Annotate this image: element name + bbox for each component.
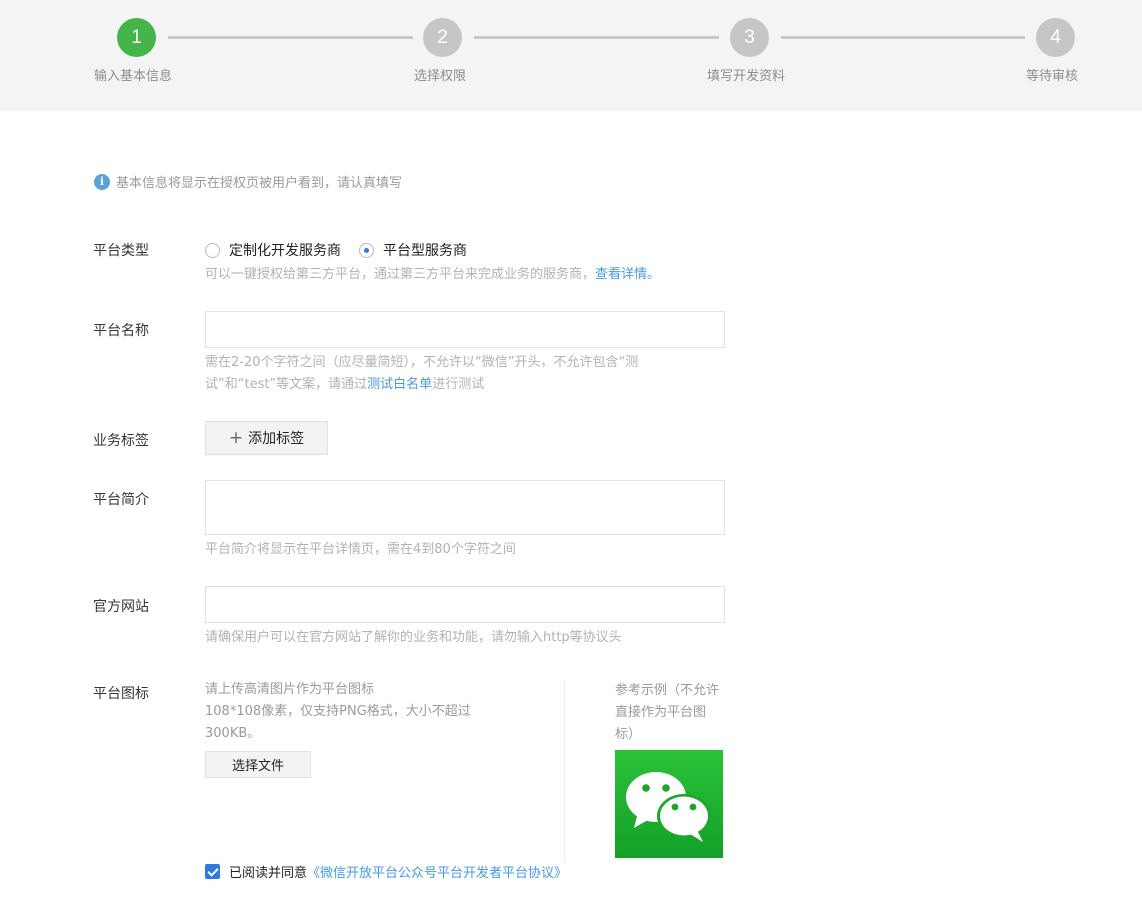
view-details-link[interactable]: 查看详情。 — [595, 267, 660, 282]
radio-button[interactable] — [205, 242, 220, 258]
hint-line: 需在2-20个字符之间（应尽量简短），不允许以“微信”开头，不允许包含“测 — [205, 355, 639, 370]
wechat-logo-icon — [626, 772, 711, 842]
icon-desc-line: 108*108像素，仅支持PNG格式，大小不超过 — [205, 704, 471, 719]
wechat-logo-sample — [615, 750, 723, 858]
platform-type-radio-group: 定制化开发服务商 平台型服务商 — [205, 240, 485, 260]
add-tag-button-label: 添加标签 — [248, 431, 305, 447]
platform-name-label: 平台名称 — [93, 323, 149, 339]
radio-button-checked[interactable] — [359, 242, 374, 258]
step-3-label: 填写开发资料 — [707, 69, 786, 84]
website-input[interactable] — [205, 586, 725, 623]
plus-icon: + — [228, 428, 244, 448]
step-4-circle: 4 — [1036, 18, 1075, 57]
platform-icon-label: 平台图标 — [93, 686, 149, 702]
platform-icon-description: 请上传高清图片作为平台图标 108*108像素，仅支持PNG格式，大小不超过 3… — [205, 679, 471, 745]
platform-name-hint: 需在2-20个字符之间（应尽量简短），不允许以“微信”开头，不允许包含“测 试”… — [205, 352, 638, 396]
radio-label: 定制化开发服务商 — [229, 243, 341, 259]
info-notice-text: 基本信息将显示在授权页被用户看到，请认真填写 — [116, 176, 403, 191]
icon-desc-line: 请上传高清图片作为平台图标 — [205, 682, 375, 697]
website-hint: 请确保用户可以在官方网站了解你的业务和功能，请勿输入http等协议头 — [205, 630, 622, 645]
add-tag-button[interactable]: + 添加标签 — [205, 421, 328, 455]
step-progress-bar: 1 2 3 4 输入基本信息 选择权限 填写开发资料 等待审核 — [0, 0, 1142, 111]
radio-platform-provider[interactable]: 平台型服务商 — [359, 240, 467, 260]
platform-intro-label: 平台简介 — [93, 492, 149, 508]
platform-type-label: 平台类型 — [93, 243, 149, 259]
choose-file-button[interactable]: 选择文件 — [205, 751, 311, 778]
test-whitelist-link[interactable]: 测试白名单 — [367, 377, 432, 392]
agreement-link[interactable]: 《微信开放平台公众号平台开发者平台协议》 — [307, 862, 567, 881]
platform-type-hint: 可以一键授权给第三方平台，通过第三方平台来完成业务的服务商，查看详情。 — [205, 264, 660, 286]
radio-custom-dev-provider[interactable]: 定制化开发服务商 — [205, 240, 341, 260]
agreement-text: 已阅读并同意 — [229, 866, 308, 881]
sample-icon-caption: 参考示例（不允许直接作为平台图标） — [615, 683, 720, 742]
platform-intro-textarea[interactable] — [205, 480, 725, 535]
hint-text: 进行测试 — [432, 377, 485, 392]
step-4-label: 等待审核 — [1026, 69, 1079, 84]
step-1-label: 输入基本信息 — [94, 69, 173, 84]
step-2-label: 选择权限 — [414, 69, 467, 84]
business-tags-label: 业务标签 — [93, 433, 149, 449]
agreement-row: 已阅读并同意 《微信开放平台公众号平台开发者平台协议》 — [205, 862, 567, 881]
icon-desc-line: 300KB。 — [205, 726, 261, 741]
info-notice: i 基本信息将显示在授权页被用户看到，请认真填写 — [94, 172, 402, 191]
hint-text: 试”和“test”等文案，请通过 — [205, 377, 368, 392]
step-connector — [781, 36, 1025, 39]
website-label: 官方网站 — [93, 599, 149, 615]
step-1-circle: 1 — [117, 18, 156, 57]
step-2-circle: 2 — [423, 18, 462, 57]
platform-name-input[interactable] — [205, 311, 725, 348]
step-connector — [474, 36, 719, 39]
platform-intro-hint: 平台简介将显示在平台详情页，需在4到80个字符之间 — [205, 542, 516, 557]
step-3-circle: 3 — [730, 18, 769, 57]
agreement-checkbox[interactable] — [205, 864, 220, 879]
vertical-divider — [564, 680, 565, 862]
radio-label: 平台型服务商 — [383, 243, 467, 259]
step-connector — [168, 36, 413, 39]
hint-text: 可以一键授权给第三方平台，通过第三方平台来完成业务的服务商， — [205, 267, 596, 282]
hint-line: 试”和“test”等文案，请通过测试白名单进行测试 — [205, 374, 638, 396]
info-icon: i — [94, 173, 110, 190]
